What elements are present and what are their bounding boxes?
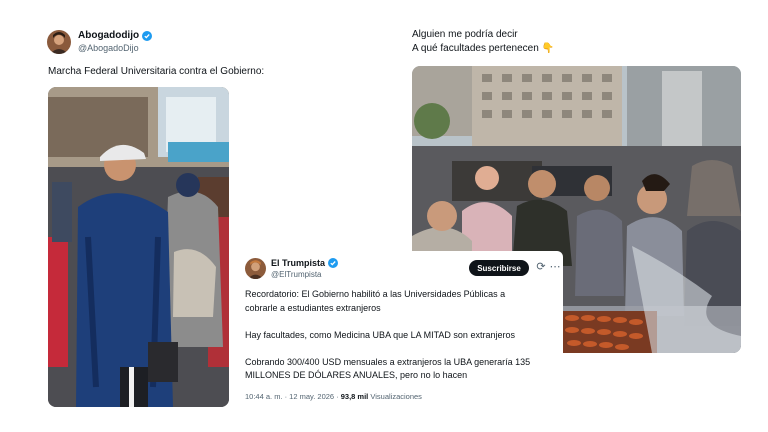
author-name-label[interactable]: El Trumpista (271, 258, 325, 268)
refresh-icon[interactable]: ⟳ (534, 260, 548, 274)
tweet-text: Marcha Federal Universitaria contra el G… (48, 66, 265, 77)
views-count: 93,8 mil (340, 392, 369, 401)
tweet-text-line-5: MILLONES DE DÓLARES ANUALES, pero no lo … (245, 370, 468, 380)
quoted-tweet-card[interactable]: El Trumpista @ElTrumpista Suscribirse ⟳ … (237, 251, 563, 408)
verified-icon (328, 258, 339, 268)
author-handle[interactable]: @AbogadoDijo (78, 43, 139, 53)
tweet-text-line-3: Hay facultades, como Medicina UBA que LA… (245, 330, 515, 340)
subscribe-button[interactable]: Suscribirse (469, 260, 529, 276)
tweet-text-line-2: A qué facultades pertenecen 👇 (412, 43, 554, 54)
more-options-icon[interactable]: ⋯ (548, 260, 562, 274)
march-photo[interactable] (48, 87, 229, 407)
avatar-eltrumpista[interactable] (245, 258, 266, 279)
author-handle[interactable]: @ElTrumpista (271, 270, 322, 279)
author-name-label[interactable]: Abogadodijo (78, 30, 139, 41)
avatar-abogadodijo[interactable] (47, 30, 71, 54)
views-label: Visualizaciones (368, 392, 422, 401)
tweet-text-line-2: cobrarle a estudiantes extranjeros (245, 303, 381, 313)
tweet-text-line-4: Cobrando 300/400 USD mensuales a extranj… (245, 357, 531, 367)
author-name[interactable]: El Trumpista (271, 258, 339, 268)
author-name[interactable]: Abogadodijo (78, 30, 153, 41)
tweet-metadata: 10:44 a. m. · 12 may. 2026 · 93,8 mil Vi… (245, 392, 422, 401)
tweet-text-line-1: Alguien me podría decir (412, 29, 518, 40)
tweet-text-line-1: Recordatorio: El Gobierno habilitó a las… (245, 289, 506, 299)
tweet-timestamp[interactable]: 10:44 a. m. · 12 may. 2026 · (245, 392, 341, 401)
verified-icon (142, 30, 153, 41)
